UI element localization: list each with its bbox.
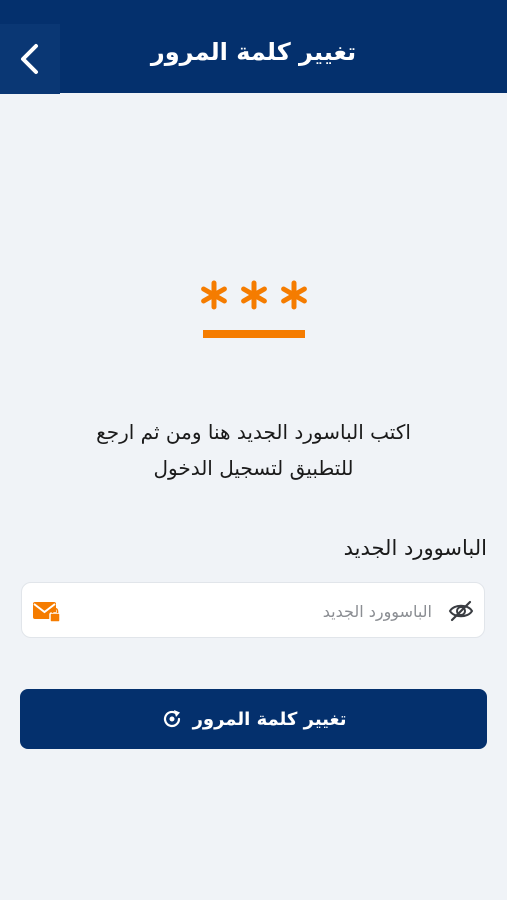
- instructions-line-1: اكتب الباسورد الجديد هنا ومن ثم ارجع: [96, 420, 411, 444]
- change-password-button-label: تغيير كلمة المرور: [192, 708, 347, 730]
- password-asterisks-icon: [201, 280, 307, 338]
- back-button[interactable]: [0, 24, 60, 94]
- password-input-container: [21, 582, 485, 638]
- password-field-label: الباسوورد الجديد: [343, 536, 487, 560]
- mail-lock-icon: [33, 602, 61, 623]
- eye-off-icon[interactable]: [448, 598, 474, 624]
- app-header: تغيير كلمة المرور: [0, 0, 507, 94]
- chevron-left-icon: [21, 44, 38, 74]
- change-password-button[interactable]: تغيير كلمة المرور: [20, 689, 487, 749]
- refresh-icon: [163, 710, 180, 728]
- page-title: تغيير كلمة المرور: [150, 38, 357, 66]
- instructions-line-2: للتطبيق لتسجيل الدخول: [153, 456, 354, 480]
- instructions-text: اكتب الباسورد الجديد هنا ومن ثم ارجع للت…: [30, 414, 477, 486]
- new-password-input[interactable]: [92, 593, 434, 629]
